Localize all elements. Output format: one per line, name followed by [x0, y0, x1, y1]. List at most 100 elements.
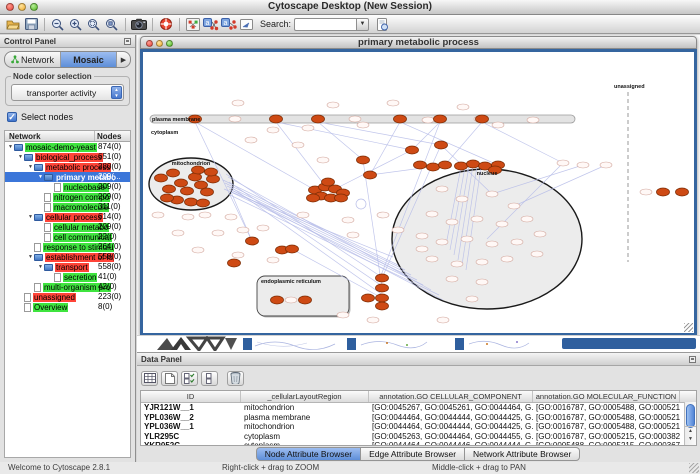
network-node[interactable] — [435, 141, 448, 149]
network-node[interactable] — [245, 137, 257, 143]
network-node[interactable] — [521, 216, 533, 222]
scrollbar-thumb[interactable] — [686, 404, 695, 428]
network-node[interactable] — [557, 160, 569, 166]
network-node[interactable] — [376, 274, 389, 282]
tab-network[interactable]: Network — [5, 52, 60, 67]
app-resize-grip[interactable] — [689, 463, 699, 473]
network-node[interactable] — [307, 194, 320, 202]
network-node[interactable] — [285, 297, 297, 303]
select-attributes-icon[interactable] — [181, 371, 198, 386]
snapshot-icon[interactable] — [130, 16, 148, 33]
network-node[interactable] — [376, 294, 389, 302]
network-node[interactable] — [201, 188, 214, 196]
network-node[interactable] — [155, 174, 168, 182]
network-node[interactable] — [327, 102, 339, 108]
tree-expander-icon[interactable]: ▼ — [17, 154, 24, 160]
network-node[interactable] — [577, 162, 589, 168]
network-node[interactable] — [257, 225, 269, 231]
minimize-window-button[interactable] — [18, 3, 26, 11]
window-resize-grip[interactable] — [684, 323, 693, 332]
network-node[interactable] — [317, 157, 329, 163]
network-node[interactable] — [476, 259, 488, 265]
network-node[interactable] — [455, 162, 468, 170]
zoom-in-icon[interactable] — [67, 16, 85, 33]
network-node[interactable] — [172, 230, 184, 236]
layout-nodes-b-icon[interactable]: a — [220, 16, 238, 33]
network-node[interactable] — [163, 185, 176, 193]
tree-row[interactable]: ▼metabolic process280(0) — [5, 162, 130, 172]
float-panel-icon[interactable] — [124, 38, 131, 45]
network-node[interactable] — [347, 232, 359, 238]
network-node[interactable] — [182, 214, 194, 220]
network-node[interactable] — [439, 161, 452, 169]
tree-expander-icon[interactable]: ▼ — [37, 264, 44, 270]
network-node[interactable] — [229, 116, 241, 122]
tab-overflow-arrow[interactable]: ▶ — [116, 52, 130, 67]
network-node[interactable] — [446, 276, 458, 282]
tree-expander-icon[interactable]: ▼ — [27, 214, 34, 220]
network-node[interactable] — [357, 156, 370, 164]
tree-row[interactable]: secretion41(0) — [5, 272, 130, 282]
tree-col-nodes[interactable]: Nodes — [94, 131, 130, 141]
network-node[interactable] — [476, 115, 489, 123]
table-scrollbar[interactable]: ▲▼ — [684, 402, 696, 445]
tree-row[interactable]: ▼cellular process614(0) — [5, 212, 130, 222]
tab-mosaic[interactable]: Mosaic — [60, 52, 116, 67]
table-row[interactable]: YJR121W__1mitochondrion[GO:0045267, GO:0… — [141, 403, 696, 413]
search-input[interactable] — [294, 18, 356, 31]
network-node[interactable] — [246, 237, 259, 245]
network-canvas[interactable]: plasma membranecytoplasmmitochondrionnuc… — [143, 52, 694, 333]
birds-eye-view-icon[interactable] — [184, 16, 202, 33]
network-node[interactable] — [657, 188, 670, 196]
network-node[interactable] — [416, 233, 428, 239]
tree-row[interactable]: ▼establishment of lo558(0) — [5, 252, 130, 262]
tree-row[interactable]: response to stimulu264(0) — [5, 242, 130, 252]
tree-row[interactable]: ▼biological_process651(0) — [5, 152, 130, 162]
network-node[interactable] — [212, 230, 224, 236]
network-node[interactable] — [349, 116, 361, 122]
network-node[interactable] — [175, 179, 188, 187]
network-node[interactable] — [496, 221, 508, 227]
save-session-icon[interactable] — [22, 16, 40, 33]
create-attribute-icon[interactable] — [161, 371, 178, 386]
network-node[interactable] — [377, 212, 389, 218]
network-node[interactable] — [457, 104, 469, 110]
tree-row[interactable]: ▼primary metabo209(... — [5, 172, 130, 182]
tree-row[interactable]: multi-organism pro42(0) — [5, 282, 130, 292]
network-node[interactable] — [228, 259, 241, 267]
network-node[interactable] — [511, 239, 523, 245]
help-icon[interactable] — [157, 16, 175, 33]
network-node[interactable] — [414, 161, 427, 169]
network-node[interactable] — [527, 117, 539, 123]
unselect-attributes-icon[interactable] — [201, 371, 218, 386]
column-header[interactable]: _cellularLayoutRegion — [241, 391, 369, 402]
network-node[interactable] — [451, 261, 463, 267]
network-node[interactable] — [436, 239, 448, 245]
network-node[interactable] — [376, 302, 389, 310]
network-node[interactable] — [422, 117, 434, 123]
net-close-button[interactable] — [146, 40, 153, 47]
delete-attribute-icon[interactable] — [227, 371, 244, 386]
table-row[interactable]: YPL036W__2plasma membrane[GO:0044464, GO… — [141, 413, 696, 423]
node-color-dropdown[interactable]: transporter activity ▲▼ — [11, 84, 124, 101]
network-node[interactable] — [322, 178, 335, 186]
tree-row[interactable]: macromolecule311(0) — [5, 202, 130, 212]
network-node[interactable] — [456, 196, 468, 202]
tab-edge-attribute-browser[interactable]: Edge Attribute Browser — [360, 447, 465, 461]
tree-row[interactable]: cell communicat22(0) — [5, 232, 130, 242]
network-node[interactable] — [434, 115, 447, 123]
network-node[interactable] — [185, 198, 198, 206]
network-node[interactable] — [461, 236, 473, 242]
tree-row[interactable]: Overview8(0) — [5, 302, 130, 312]
tree-expander-icon[interactable]: ▼ — [27, 164, 34, 170]
network-node[interactable] — [271, 296, 284, 304]
network-node[interactable] — [387, 100, 399, 106]
tree-expander-icon[interactable]: ▼ — [27, 254, 34, 260]
network-node[interactable] — [426, 256, 438, 262]
network-node[interactable] — [367, 317, 379, 323]
tree-expander-icon[interactable]: ▼ — [37, 174, 44, 180]
network-node[interactable] — [392, 227, 404, 233]
network-node[interactable] — [531, 251, 543, 257]
table-row[interactable]: YKR052Ccytoplasm[GO:0044464, GO:0044446,… — [141, 441, 696, 446]
net-zoom-button[interactable] — [166, 40, 173, 47]
